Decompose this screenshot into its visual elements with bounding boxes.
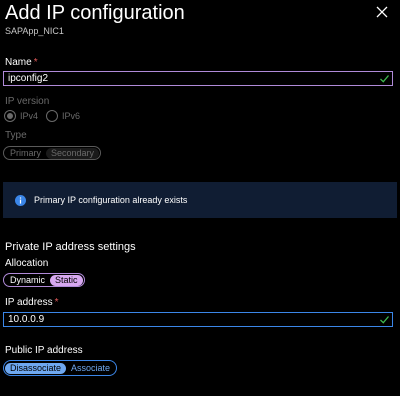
info-message-bar: Primary IP configuration already exists: [3, 182, 397, 218]
check-icon: [380, 316, 389, 324]
public-ip-label: Public IP address: [5, 345, 83, 356]
ip-version-radio-group: IPv4 IPv6: [4, 110, 88, 122]
radio-ipv6-circle: [46, 110, 59, 122]
type-option-secondary: Secondary: [46, 147, 100, 159]
allocation-option-dynamic[interactable]: Dynamic: [5, 275, 50, 286]
info-message-text: Primary IP configuration already exists: [34, 195, 188, 205]
private-ip-section-title: Private IP address settings: [5, 241, 136, 253]
radio-ipv6: IPv6: [46, 110, 80, 122]
type-option-primary: Primary: [10, 147, 41, 158]
public-ip-option-associate[interactable]: Associate: [66, 363, 115, 374]
ip-address-input[interactable]: 10.0.0.9: [3, 312, 393, 327]
required-marker: *: [54, 297, 59, 308]
public-ip-toggle[interactable]: Disassociate Associate: [3, 360, 118, 376]
name-input[interactable]: ipconfig2: [3, 71, 393, 86]
ip-version-label: IP version: [5, 96, 50, 107]
allocation-toggle[interactable]: Dynamic Static: [3, 273, 85, 287]
radio-ipv4: IPv4: [4, 110, 38, 122]
ip-address-label: IP address *: [5, 297, 59, 308]
info-icon: [15, 194, 26, 206]
public-ip-option-disassociate[interactable]: Disassociate: [5, 362, 67, 374]
ip-address-value: 10.0.0.9: [8, 314, 45, 325]
check-icon: [380, 75, 389, 83]
name-input-value: ipconfig2: [8, 73, 49, 84]
add-ip-configuration-panel: Add IP configuration SAPApp_NIC1 Name * i…: [0, 0, 400, 396]
radio-ipv4-circle: [4, 110, 16, 122]
type-toggle: Primary Secondary: [3, 146, 102, 160]
required-marker: *: [33, 57, 38, 68]
allocation-label: Allocation: [5, 258, 49, 269]
page-subtitle: SAPApp_NIC1: [5, 26, 64, 36]
type-label: Type: [5, 130, 27, 141]
page-title: Add IP configuration: [5, 2, 185, 24]
allocation-option-static[interactable]: Static: [50, 274, 83, 286]
name-label: Name *: [5, 57, 38, 68]
close-icon[interactable]: [376, 6, 388, 18]
